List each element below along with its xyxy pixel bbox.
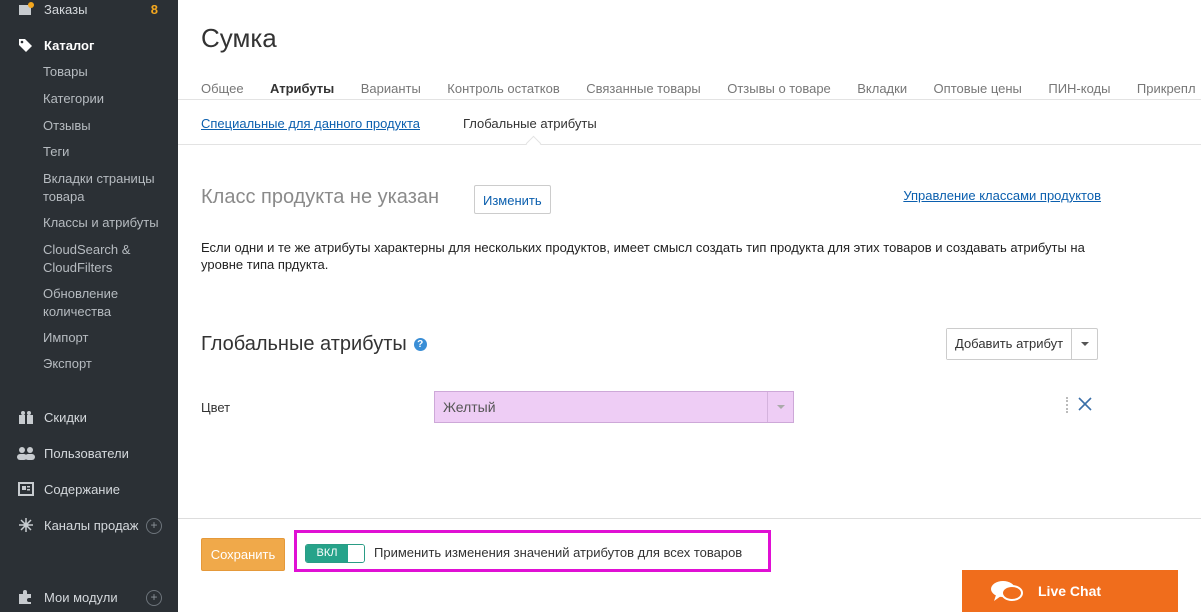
sidebar-item-label: Каталог — [44, 37, 95, 53]
drag-handle-icon[interactable] — [1066, 397, 1071, 413]
sidebar-item-orders[interactable]: Заказы — [17, 1, 195, 17]
orders-count-badge: 8 — [150, 2, 158, 17]
close-icon[interactable] — [1077, 396, 1093, 412]
sidebar-subitem-import[interactable]: Импорт — [43, 329, 168, 347]
sidebar-item-modules[interactable]: Мои модули — [17, 589, 195, 605]
tab-variants[interactable]: Варианты — [361, 81, 421, 96]
sidebar-subitem-reviews[interactable]: Отзывы — [43, 117, 168, 135]
tags-icon — [17, 37, 35, 53]
apply-all-toggle[interactable]: ВКЛ — [305, 544, 365, 563]
content-icon — [17, 481, 35, 497]
sidebar-item-label: Содержание — [44, 481, 120, 497]
sidebar-item-discounts[interactable]: Скидки — [17, 409, 195, 425]
tab-attachments[interactable]: Прикрепл — [1137, 81, 1196, 96]
sidebar-item-sales-channels[interactable]: Каналы продаж — [17, 517, 195, 533]
toggle-on-label: ВКЛ — [306, 545, 348, 562]
sidebar-item-users[interactable]: Пользователи — [17, 445, 195, 461]
tabs-divider — [178, 99, 1201, 100]
network-icon — [17, 517, 35, 533]
add-attribute-button[interactable]: Добавить атрибут — [947, 329, 1072, 359]
sidebar-item-label: Заказы — [44, 1, 88, 17]
sidebar-subitem-categories[interactable]: Категории — [43, 90, 168, 108]
tab-pin-codes[interactable]: ПИН-коды — [1048, 81, 1110, 96]
page-title: Сумка — [201, 23, 277, 53]
sidebar: Заказы 8 Каталог Товары Категории Отзывы… — [0, 0, 178, 612]
tab-wholesale-prices[interactable]: Оптовые цены — [934, 81, 1022, 96]
sidebar-subitem-cloudsearch[interactable]: CloudSearch & CloudFilters — [43, 241, 168, 277]
add-sales-channel-button[interactable]: + — [146, 518, 162, 534]
attribute-label: Цвет — [201, 400, 231, 415]
sidebar-subitem-classes-attributes[interactable]: Классы и атрибуты — [43, 214, 168, 232]
sidebar-item-label: Пользователи — [44, 445, 129, 461]
global-attributes-title: Глобальные атрибуты — [201, 333, 407, 355]
product-class-title: Класс продукта не указан — [201, 186, 440, 208]
sidebar-item-label: Мои модули — [44, 589, 118, 605]
add-module-button[interactable]: + — [146, 590, 162, 606]
sidebar-item-label: Скидки — [44, 409, 87, 425]
live-chat-label: Live Chat — [1038, 583, 1102, 599]
tab-general[interactable]: Общее — [201, 81, 244, 96]
tab-tabs[interactable]: Вкладки — [857, 81, 907, 96]
sidebar-subitem-quantity-update[interactable]: Обновление количества — [43, 285, 168, 321]
save-button[interactable]: Сохранить — [201, 538, 285, 571]
global-attributes-heading: Глобальные атрибуты ? — [201, 333, 427, 356]
tab-related-products[interactable]: Связанные товары — [586, 81, 701, 96]
sidebar-subitem-product-tabs[interactable]: Вкладки страницы товара — [43, 170, 168, 206]
add-attribute-dropdown-toggle[interactable] — [1071, 329, 1097, 359]
product-tabs: Общее Атрибуты Варианты Контроль остатко… — [201, 80, 1201, 100]
attribute-subtabs: Специальные для данного продукта Глобаль… — [201, 116, 597, 131]
attribute-value: Желтый — [443, 399, 496, 415]
subtab-specific-attributes[interactable]: Специальные для данного продукта — [201, 116, 420, 131]
tab-stock-control[interactable]: Контроль остатков — [447, 81, 560, 96]
manage-classes-link[interactable]: Управление классами продуктов — [903, 188, 1101, 203]
chevron-down-icon[interactable] — [767, 392, 793, 422]
add-attribute-group: Добавить атрибут — [946, 328, 1099, 360]
help-icon[interactable]: ? — [413, 338, 427, 351]
live-chat-button[interactable]: Live Chat — [962, 570, 1178, 612]
change-class-button[interactable]: Изменить — [474, 185, 551, 214]
sidebar-subitem-products[interactable]: Товары — [43, 63, 168, 81]
attribute-value-select[interactable]: Желтый — [434, 391, 794, 423]
apply-all-label: Применить изменения значений атрибутов д… — [374, 545, 743, 560]
orders-icon — [17, 1, 35, 17]
sidebar-item-label: Каналы продаж — [44, 517, 139, 533]
tab-attributes[interactable]: Атрибуты — [270, 81, 334, 96]
toggle-knob — [349, 545, 364, 562]
subtab-global-attributes[interactable]: Глобальные атрибуты — [463, 116, 597, 131]
sidebar-item-content[interactable]: Содержание — [17, 481, 195, 497]
active-subtab-pointer — [525, 135, 542, 152]
class-description: Если одни и те же атрибуты характерны дл… — [201, 240, 1085, 272]
subtabs-divider — [178, 144, 1201, 145]
tab-product-reviews[interactable]: Отзывы о товаре — [727, 81, 831, 96]
sidebar-subitem-export[interactable]: Экспорт — [43, 355, 168, 373]
puzzle-icon — [17, 589, 35, 605]
chat-bubbles-icon — [991, 581, 1023, 601]
sidebar-subitem-tags[interactable]: Теги — [43, 143, 168, 161]
users-icon — [17, 445, 35, 461]
sidebar-item-catalog[interactable]: Каталог — [17, 37, 195, 53]
gift-icon — [17, 409, 35, 425]
